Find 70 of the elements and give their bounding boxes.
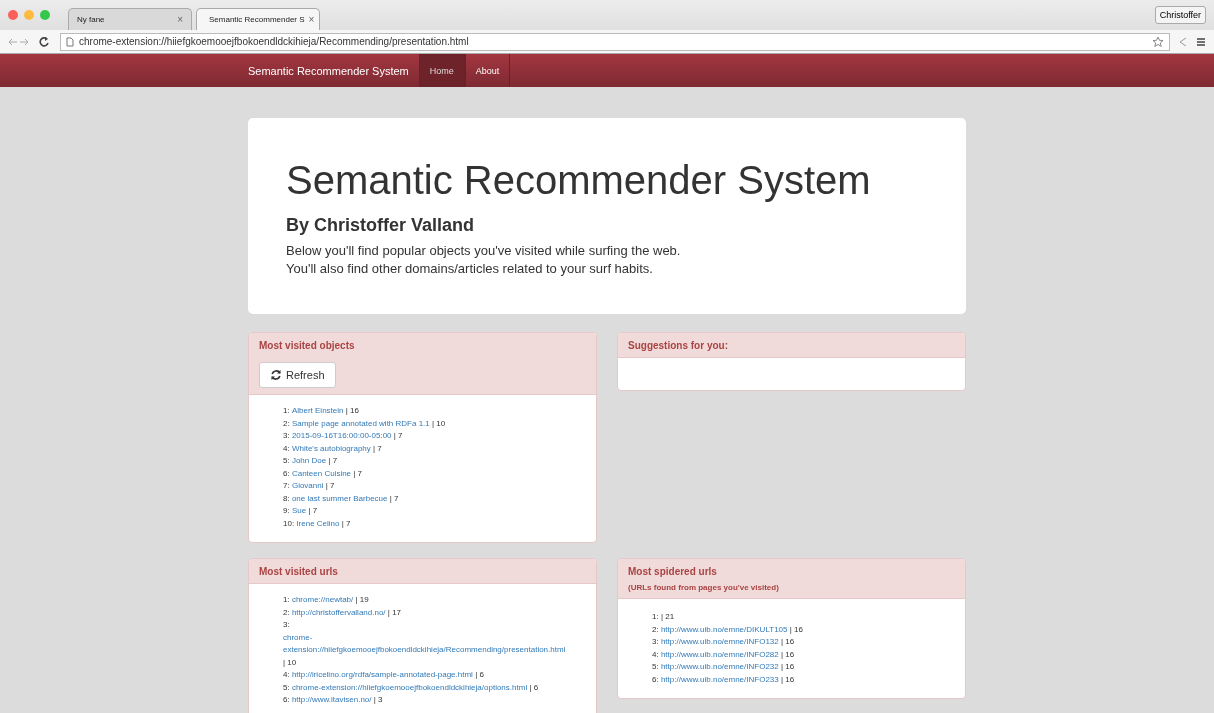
list-item: 8: one last summer Barbecue | 7 [283,492,400,505]
minimize-light [24,10,34,20]
page-title: Semantic Recommender System [286,158,872,203]
list-item: 6: http://www.uib.no/emne/INFO233 | 16 [652,673,796,686]
item-link[interactable]: chrome://newtab/ [291,594,354,607]
panel-title: Suggestions for you: [628,340,729,351]
item-link[interactable]: 2015-09-16T16:00:00-05:00 [291,430,392,443]
panel-title: Most visited objects [259,340,356,351]
item-link[interactable]: http://www.itavisen.no/ [291,694,372,707]
address-field[interactable]: chrome-extension://hiiefgkoemooejfbokoendldckihieja/Recommending/presentation.html [60,32,1170,51]
page-icon [66,36,74,47]
list-item: 10: Irene Celino | 7 [283,517,352,530]
item-link[interactable]: Giovanni [291,480,324,493]
item-link[interactable]: http://www.uib.no/emne/DIKULT105 [660,623,788,636]
item-link[interactable]: John Doe [291,455,327,468]
browser-tab[interactable]: Semantic Recommender S × [196,8,320,30]
panel-title: Most visited urls [259,566,339,577]
list-item: 1: chrome://newtab/ | 19 [283,594,596,607]
panel-subtitle: (URLs found from pages you've visited) [628,583,780,592]
item-link[interactable]: http://iricelino.org/rdfa/sample-annotated-page.html [291,669,473,682]
close-light [8,10,18,20]
list-item: 5: http://www.uib.no/emne/INFO232 | 16 [652,661,965,674]
zoom-light [40,10,50,20]
list-item: 9: Sue | 7 [283,505,596,518]
item-link[interactable]: http://www.uib.no/emne/INFO233 [660,673,779,686]
item-link[interactable]: http://www.uib.no/emne/INFO132 [660,636,779,649]
list-item: 4: http://iricelino.org/rdfa/sample-annotated-page.html | 6 [283,669,596,682]
nav-link[interactable]: About [464,54,511,87]
item-link[interactable]: White's autobiography [291,442,371,455]
tab-close-button[interactable]: × [177,14,183,25]
menu-icon[interactable] [1196,36,1206,47]
item-link[interactable]: Albert Einstein [291,405,344,418]
list-item: 4: http://www.uib.no/emne/INFO282 | 16 [652,648,796,661]
item-link[interactable]: chrome-extension://hiiefgkoemooejfbokoendldckihieja/options.html [291,681,528,694]
intro-text: Below you'll find popular objects you've visited while surfing the web. [286,242,682,260]
item-link[interactable]: chrome-extension://hiiefgkoemooejfbokoendldckihieja/Recommending/presentation.html [283,631,594,657]
list-item: 3: 2015-09-16T16:00:00-05:00 | 7 [283,430,596,443]
item-link[interactable]: Irene Celino [296,517,340,530]
nav-link[interactable]: Home [418,54,465,87]
list-item: 1: Albert Einstein | 16 [283,405,596,418]
intro-text: You'll also find other domains/articles related to your surf habits. [286,260,654,278]
list-item: 2: Sample page annotated with RDFa 1.1 | 10 [283,417,447,430]
profile-button[interactable]: Christoffer [1154,6,1206,24]
list-item: 6: Canteen Cuisine | 7 [283,467,364,480]
item-link[interactable]: one last summer Barbecue [291,492,388,505]
list-item: 4: White's autobiography | 7 [283,442,383,455]
page-subtitle: By Christoffer Valland [286,215,476,236]
item-link[interactable]: http://www.uib.no/emne/INFO282 [660,648,779,661]
list-item: 5: John Doe | 7 [283,455,596,468]
navigation-icons-drawing[interactable] [8,35,52,48]
list-item: 3: http://www.uib.no/emne/INFO132 | 16 [652,636,965,649]
brand-link[interactable]: Semantic Recommender System [248,64,409,77]
item-link[interactable]: http://www.uib.no/emne/INFO232 [660,661,779,674]
tab-close-button[interactable]: × [308,14,315,25]
item-link[interactable]: http://christoffervalland.no/ [291,606,386,619]
list-item: 2: http://christoffervalland.no/ | 17 [283,606,403,619]
refresh-button[interactable]: Refresh [259,362,336,388]
refresh-icon [270,369,282,381]
list-item: 3: chrome-extension://hiiefgkoemooejfbokoendldckihieja/Recommending/presentation.html | 10 [283,619,596,669]
item-link[interactable]: Canteen Cuisine [291,467,352,480]
list-item: 2: http://www.uib.no/emne/DIKULT105 | 16 [652,623,804,636]
star-icon[interactable] [1152,35,1164,48]
item-link[interactable]: Sample page annotated with RDFa 1.1 [291,417,430,430]
list-item: 7: Giovanni | 7 [283,480,596,493]
list-item: 1: | 21 [652,611,676,623]
list-item: 6: http://www.itavisen.no/ | 3 [283,694,596,707]
item-link[interactable]: Sue [291,505,307,518]
browser-tab[interactable]: Ny fane × [68,8,192,30]
panel-title: Most spidered urls [628,566,718,577]
list-item: 5: chrome-extension://hiiefgkoemooejfbokoendldckihieja/options.html | 6 [283,681,540,694]
